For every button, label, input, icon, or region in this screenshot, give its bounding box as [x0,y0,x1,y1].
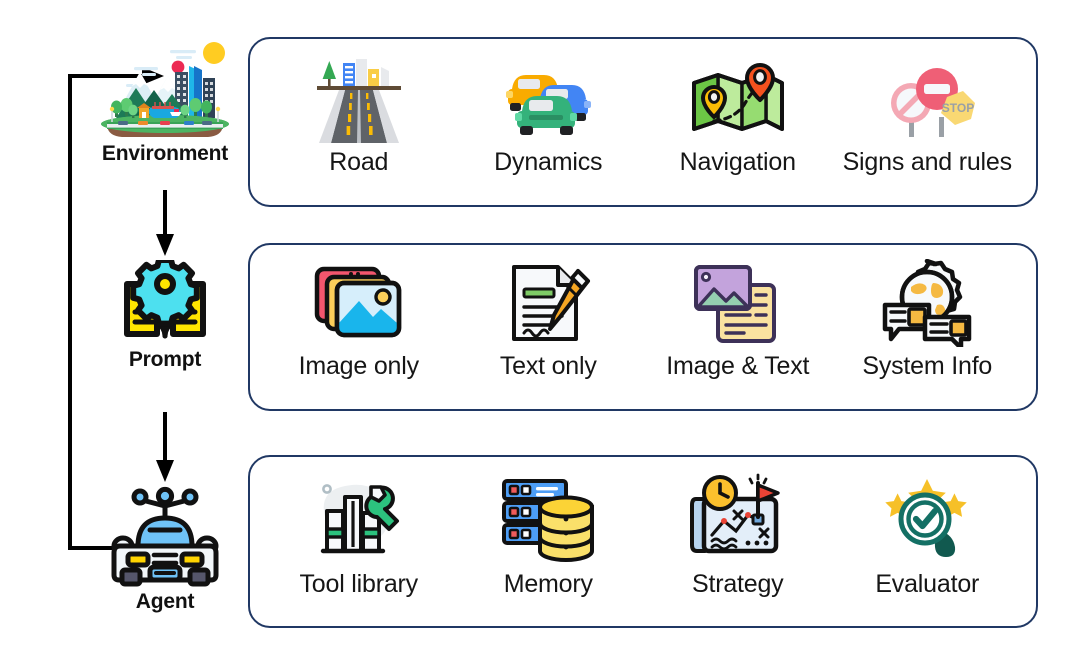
arrow-environment-to-prompt [156,190,174,256]
pipeline-node-label: Agent [135,590,195,613]
three-cars-icon [496,51,600,147]
svg-text:STOP: STOP [942,101,974,115]
image-and-text-doc-icon [686,257,790,349]
pipeline-node-label: Prompt [128,348,202,371]
item-label: Image & Text [666,352,810,380]
magnifier-check-stars-icon [877,469,977,569]
item-label: Road [329,148,389,176]
item-label: Navigation [679,148,796,176]
pipeline-node-environment[interactable]: Environment [90,34,240,164]
item-road[interactable]: Road [264,51,454,175]
item-navigation[interactable]: Navigation [643,51,833,175]
server-database-icon [496,469,600,569]
item-label: Strategy [691,570,784,598]
item-text-only[interactable]: Text only [454,257,644,379]
group-agent-modules: Tool library Memory Strategy Evaluator [248,455,1038,628]
clock [701,475,738,511]
stacked-photos-icon [307,257,411,349]
book-gear-icon [90,256,240,348]
folded-map-pins-icon [686,51,790,147]
item-label: Tool library [299,570,419,598]
books-wrench-icon [309,469,409,569]
item-label: Image only [298,352,419,380]
highway-road-icon [309,51,409,147]
group-prompt-modalities: Image only Text only Image & Text System… [248,243,1038,411]
group-environment-components: Road Dynamics Navigation STOP Signs and … [248,37,1038,207]
self-driving-car-icon [90,482,240,590]
item-image-and-text[interactable]: Image & Text [643,257,833,379]
item-image-only[interactable]: Image only [264,257,454,379]
diagram-canvas: Environment Prompt Agent Road Dynamics N… [0,0,1080,659]
pipeline-node-prompt[interactable]: Prompt [90,256,240,370]
item-signs-and-rules[interactable]: STOP Signs and rules [833,51,1023,175]
pipeline-node-label: Environment [101,142,229,165]
arrow-prompt-to-agent [156,412,174,482]
pipeline-column: Environment Prompt Agent [56,30,246,630]
item-tool-library[interactable]: Tool library [264,469,454,597]
pipeline-node-agent[interactable]: Agent [90,482,240,612]
item-label: Evaluator [875,570,980,598]
item-label: Text only [499,352,597,380]
item-evaluator[interactable]: Evaluator [833,469,1023,597]
city-environment-icon [90,34,240,142]
traffic-signs-stop-icon: STOP [875,51,979,147]
item-dynamics[interactable]: Dynamics [454,51,644,175]
item-label: System Info [862,352,993,380]
item-memory[interactable]: Memory [454,469,644,597]
database-cylinder [538,495,595,562]
document-pen-icon [500,257,596,349]
item-system-info[interactable]: System Info [833,257,1023,379]
chat-bubble-left [883,302,932,342]
item-label: Signs and rules [842,148,1013,176]
chat-bubble-right [923,314,972,347]
item-label: Memory [503,570,593,598]
plan-map-clock-flag-icon [686,469,790,569]
item-label: Dynamics [494,148,603,176]
globe-gear-chat-icon [875,257,979,349]
item-strategy[interactable]: Strategy [643,469,833,597]
